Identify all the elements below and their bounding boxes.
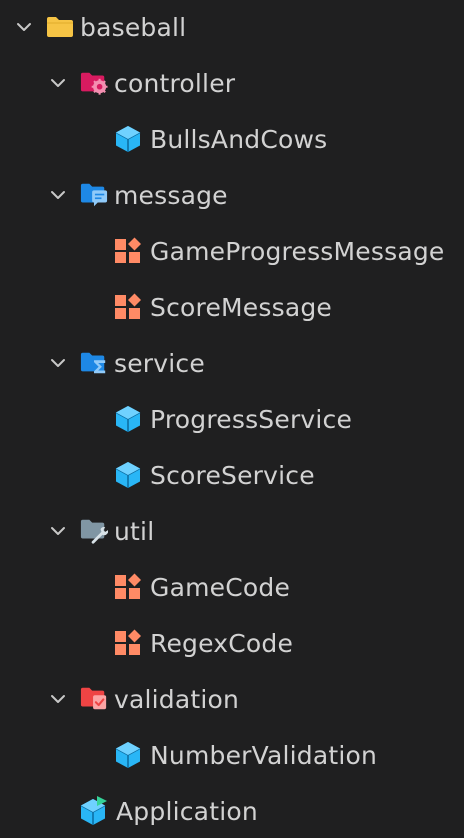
- tree-item-label: GameProgressMessage: [150, 236, 445, 266]
- tree-item-label: BullsAndCows: [150, 124, 328, 154]
- main-class-icon: [80, 796, 108, 825]
- class-icon: [114, 461, 142, 489]
- tree-item-label: NumberValidation: [150, 740, 378, 770]
- tree-item-progress-service[interactable]: ProgressService: [114, 399, 352, 439]
- tree-item-bulls-and-cows[interactable]: BullsAndCows: [114, 119, 327, 159]
- tree-item-util[interactable]: util: [48, 511, 154, 551]
- tree-item-message[interactable]: message: [48, 175, 228, 215]
- tree-item-application[interactable]: Application: [80, 791, 258, 831]
- tree-item-label: util: [114, 516, 155, 546]
- tree-item-game-progress-message[interactable]: GameProgressMessage: [114, 231, 445, 271]
- tree-item-label: validation: [114, 684, 240, 714]
- chevron-down-icon[interactable]: [48, 689, 68, 709]
- chevron-down-icon[interactable]: [48, 185, 68, 205]
- tree-item-label: ScoreService: [150, 460, 315, 490]
- message-folder-icon: [80, 181, 108, 209]
- controller-folder-icon: [80, 69, 108, 97]
- util-folder-icon: [80, 517, 108, 545]
- enum-icon: [114, 293, 142, 321]
- tree-item-label: controller: [114, 68, 236, 98]
- chevron-down-icon[interactable]: [14, 17, 34, 37]
- project-tree: baseball controller BullsAndCows message…: [0, 0, 464, 838]
- tree-item-number-validation[interactable]: NumberValidation: [114, 735, 377, 775]
- chevron-down-icon[interactable]: [48, 73, 68, 93]
- service-folder-icon: [80, 349, 108, 377]
- tree-item-label: message: [114, 180, 228, 210]
- tree-item-label: ScoreMessage: [150, 292, 332, 322]
- class-icon: [114, 125, 142, 153]
- tree-item-label: ProgressService: [150, 404, 353, 434]
- tree-item-label: Application: [116, 796, 258, 826]
- tree-item-service[interactable]: service: [48, 343, 205, 383]
- tree-item-score-service[interactable]: ScoreService: [114, 455, 315, 495]
- tree-item-regex-code[interactable]: RegexCode: [114, 623, 293, 663]
- chevron-down-icon[interactable]: [48, 353, 68, 373]
- tree-item-validation[interactable]: validation: [48, 679, 239, 719]
- class-icon: [114, 741, 142, 769]
- tree-item-game-code[interactable]: GameCode: [114, 567, 290, 607]
- tree-item-label: service: [114, 348, 205, 378]
- tree-item-label: GameCode: [150, 572, 291, 602]
- tree-item-controller[interactable]: controller: [48, 63, 235, 103]
- enum-icon: [114, 629, 142, 657]
- tree-item-score-message[interactable]: ScoreMessage: [114, 287, 332, 327]
- chevron-down-icon[interactable]: [48, 521, 68, 541]
- class-icon: [114, 405, 142, 433]
- enum-icon: [114, 573, 142, 601]
- validation-folder-icon: [80, 685, 108, 713]
- tree-item-label: baseball: [80, 12, 187, 42]
- folder-icon: [46, 13, 74, 41]
- tree-item-baseball[interactable]: baseball: [14, 7, 186, 47]
- tree-item-label: RegexCode: [150, 628, 294, 658]
- enum-icon: [114, 237, 142, 265]
